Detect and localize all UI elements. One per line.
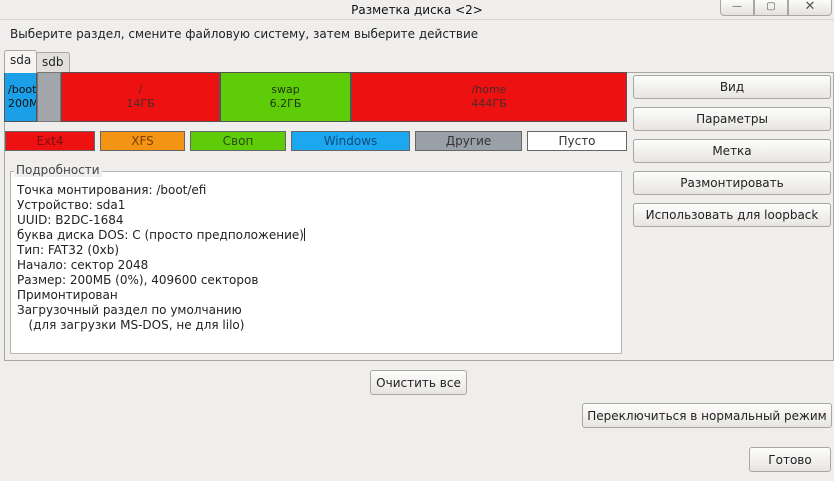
clear-all-button[interactable]: Очистить все (370, 370, 467, 395)
detail-boot: Загрузочный раздел по умолчанию (17, 303, 242, 317)
fs-swap-button[interactable]: Своп (190, 131, 286, 151)
partition-boot-size: 200M (8, 97, 37, 110)
partition-swap-name: swap (271, 83, 300, 96)
partition-root-name: / (138, 83, 143, 96)
partition-swap[interactable]: swap 6.2ГБ (220, 72, 351, 122)
fs-windows-button[interactable]: Windows (291, 131, 410, 151)
partition-home-size: 444ГБ (471, 97, 507, 110)
text-caret (303, 228, 305, 241)
partition-root-size: 14ГБ (126, 97, 155, 110)
label-button[interactable]: Метка (633, 139, 831, 163)
minimize-button[interactable]: — (720, 0, 754, 16)
partition-unknown[interactable] (37, 72, 61, 122)
partition-boot[interactable]: /boot 200M (4, 72, 37, 122)
fs-empty-button[interactable]: Пусто (527, 131, 627, 151)
partition-boot-name: /boot (8, 83, 37, 96)
details-text: Точка монтирования: /boot/efi Устройство… (17, 183, 305, 333)
parameters-button[interactable]: Параметры (633, 107, 831, 131)
close-button[interactable]: ✕ (788, 0, 832, 16)
view-button[interactable]: Вид (633, 75, 831, 99)
window-title: Разметка диска <2> (351, 3, 483, 17)
fs-ext4-button[interactable]: Ext4 (5, 131, 95, 151)
done-button[interactable]: Готово (749, 447, 831, 472)
detail-type: Тип: FAT32 (0xb) (17, 243, 120, 257)
loopback-button[interactable]: Использовать для loopback (633, 203, 831, 227)
detail-mount-point: Точка монтирования: /boot/efi (17, 183, 207, 197)
unmount-button[interactable]: Размонтировать (633, 171, 831, 195)
tab-sdb[interactable]: sdb (36, 52, 70, 72)
fs-xfs-button[interactable]: XFS (100, 131, 185, 151)
partition-swap-size: 6.2ГБ (269, 97, 302, 110)
detail-start: Начало: сектор 2048 (17, 258, 149, 272)
detail-dos-letter-text: буква диска DOS: C (просто предположение… (17, 228, 304, 242)
detail-uuid: UUID: B2DC-1684 (17, 213, 124, 227)
detail-boot-note: (для загрузки MS-DOS, не для lilo) (17, 318, 245, 332)
partition-home-name: /home (471, 83, 507, 96)
detail-device: Устройство: sda1 (17, 198, 126, 212)
details-heading: Подробности (14, 163, 102, 177)
normal-mode-button[interactable]: Переключиться в нормальный режим (582, 403, 832, 428)
maximize-button[interactable]: ▢ (754, 0, 788, 16)
tab-sda[interactable]: sda (4, 50, 38, 73)
title-bar: Разметка диска <2> — ▢ ✕ (0, 0, 834, 20)
detail-mounted: Примонтирован (17, 288, 118, 302)
partition-root[interactable]: / 14ГБ (61, 72, 220, 122)
detail-size: Размер: 200МБ (0%), 409600 секторов (17, 273, 259, 287)
instruction-text: Выберите раздел, смените файловую систем… (10, 27, 479, 41)
fs-other-button[interactable]: Другие (415, 131, 522, 151)
partition-home[interactable]: /home 444ГБ (351, 72, 627, 122)
detail-dos-letter: буква диска DOS: C (просто предположение… (17, 228, 305, 243)
